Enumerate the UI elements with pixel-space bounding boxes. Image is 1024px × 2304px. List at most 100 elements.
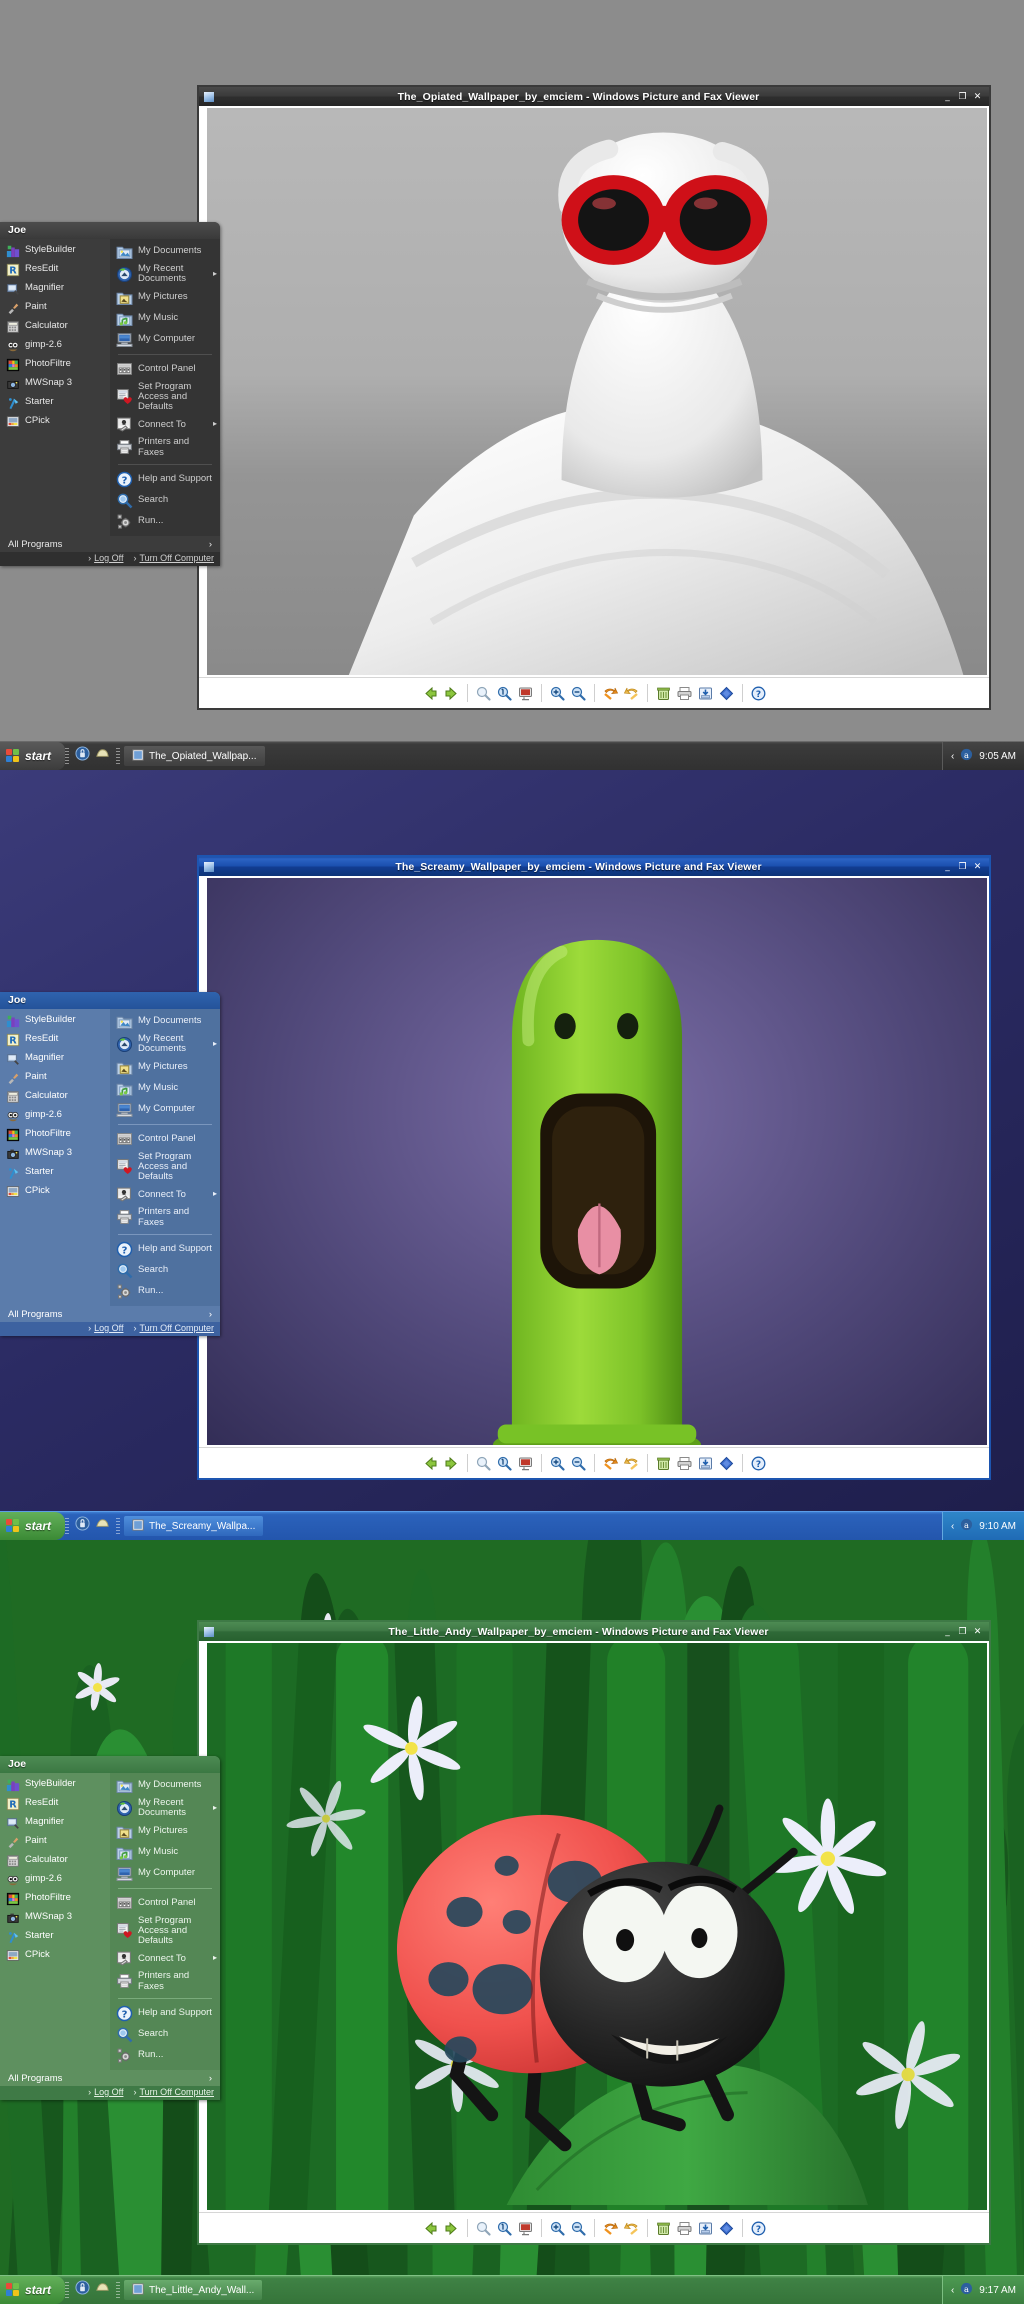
security-shield-icon[interactable] bbox=[75, 1516, 90, 1536]
previous-image-icon[interactable] bbox=[422, 2220, 439, 2237]
start-menu-item-mwsnap-3[interactable]: MWSnap 3 bbox=[0, 1908, 110, 1927]
window-controls[interactable]: _ ❐ ✕ bbox=[941, 1626, 986, 1638]
start-menu-item-my-documents[interactable]: My Documents bbox=[110, 241, 220, 262]
delete-icon[interactable] bbox=[655, 1455, 672, 1472]
start-menu-item-cpick[interactable]: CPick bbox=[0, 412, 110, 431]
start-menu-item-search[interactable]: Search bbox=[110, 490, 220, 511]
start-menu-item-paint[interactable]: Paint bbox=[0, 298, 110, 317]
start-menu-item-stylebuilder[interactable]: StyleBuilder bbox=[0, 1775, 110, 1794]
window-title-bar[interactable]: The_Screamy_Wallpaper_by_emciem - Window… bbox=[199, 857, 989, 876]
best-fit-icon[interactable] bbox=[475, 1455, 492, 1472]
taskbar-grip[interactable] bbox=[116, 748, 120, 764]
start-menu-item-set-program-access-and-defaults[interactable]: Set Program Access and Defaults bbox=[110, 1150, 220, 1185]
start-menu-item-paint[interactable]: Paint bbox=[0, 1068, 110, 1087]
image-canvas[interactable] bbox=[207, 878, 987, 1445]
start-button[interactable]: start bbox=[0, 742, 65, 770]
start-menu-footer[interactable]: All Programs › bbox=[0, 536, 220, 552]
log-off-button[interactable]: › Log Off bbox=[88, 553, 123, 563]
viewer-toolbar[interactable]: ? bbox=[199, 1447, 989, 1478]
start-menu-item-magnifier[interactable]: Magnifier bbox=[0, 279, 110, 298]
all-programs-button[interactable]: All Programs bbox=[8, 2073, 62, 2084]
window-system-icon[interactable] bbox=[202, 1625, 216, 1639]
zoom-in-icon[interactable] bbox=[549, 1455, 566, 1472]
start-menu-item-photofiltre[interactable]: PhotoFiltre bbox=[0, 355, 110, 374]
start-menu-item-paint[interactable]: Paint bbox=[0, 1832, 110, 1851]
system-tray[interactable]: ‹ a 9:17 AM bbox=[942, 2276, 1024, 2304]
start-menu-item-cpick[interactable]: CPick bbox=[0, 1946, 110, 1965]
minimize-button[interactable]: _ bbox=[941, 1626, 954, 1638]
start-menu-left-column[interactable]: StyleBuilder R ResEdit Magnifier Paint Calcul… bbox=[0, 239, 110, 536]
start-menu-item-my-pictures[interactable]: My Pictures bbox=[110, 1821, 220, 1842]
picture-fax-viewer-window[interactable]: The_Little_Andy_Wallpaper_by_emciem - Wi… bbox=[197, 1620, 991, 2245]
taskbar-clock[interactable]: 9:17 AM bbox=[979, 2285, 1016, 2296]
start-menu-item-printers-and-faxes[interactable]: Printers and Faxes bbox=[110, 1969, 220, 1994]
turn-off-computer-button[interactable]: › Turn Off Computer bbox=[133, 1323, 214, 1333]
start-menu-item-my-documents[interactable]: My Documents bbox=[110, 1775, 220, 1796]
start-menu-item-gimp-2-6[interactable]: gimp-2.6 bbox=[0, 1870, 110, 1889]
start-menu-item-gimp-2-6[interactable]: gimp-2.6 bbox=[0, 336, 110, 355]
turn-off-computer-button[interactable]: › Turn Off Computer bbox=[133, 553, 214, 563]
start-menu-item-my-computer[interactable]: My Computer bbox=[110, 1863, 220, 1884]
taskbar-window-button[interactable]: The_Little_Andy_Wall... bbox=[124, 2280, 262, 2300]
actual-size-icon[interactable] bbox=[496, 2220, 513, 2237]
quick-launch-bar[interactable] bbox=[69, 2280, 116, 2300]
window-system-icon[interactable] bbox=[202, 860, 216, 874]
start-button[interactable]: start bbox=[0, 2276, 65, 2304]
tray-expand-chevron-icon[interactable]: ‹ bbox=[951, 751, 954, 762]
tray-app-icon[interactable]: a bbox=[960, 748, 973, 764]
picture-fax-viewer-window[interactable]: The_Opiated_Wallpaper_by_emciem - Window… bbox=[197, 85, 991, 710]
actual-size-icon[interactable] bbox=[496, 685, 513, 702]
start-menu-item-resedit[interactable]: R ResEdit bbox=[0, 1794, 110, 1813]
start-menu-item-gimp-2-6[interactable]: gimp-2.6 bbox=[0, 1106, 110, 1125]
taskbar[interactable]: start The_Little_Andy_Wall... ‹ a 9:17 A… bbox=[0, 2275, 1024, 2304]
window-controls[interactable]: _ ❐ ✕ bbox=[941, 91, 986, 103]
rotate-counterclockwise-icon[interactable] bbox=[623, 685, 640, 702]
zoom-out-icon[interactable] bbox=[570, 2220, 587, 2237]
taskbar-window-button[interactable]: The_Opiated_Wallpap... bbox=[124, 746, 264, 766]
start-menu-item-connect-to[interactable]: Connect To ▸ bbox=[110, 1184, 220, 1205]
zoom-out-icon[interactable] bbox=[570, 685, 587, 702]
start-menu-left-column[interactable]: StyleBuilder R ResEdit Magnifier Paint Calcul… bbox=[0, 1773, 110, 2070]
tray-app-icon[interactable]: a bbox=[960, 1518, 973, 1534]
start-menu-item-my-pictures[interactable]: My Pictures bbox=[110, 287, 220, 308]
taskbar[interactable]: start The_Opiated_Wallpap... ‹ a 9:05 AM bbox=[0, 741, 1024, 770]
quick-launch-bar[interactable] bbox=[69, 746, 116, 766]
start-menu-item-cpick[interactable]: CPick bbox=[0, 1182, 110, 1201]
start-menu-item-resedit[interactable]: R ResEdit bbox=[0, 1030, 110, 1049]
delete-icon[interactable] bbox=[655, 685, 672, 702]
window-controls[interactable]: _ ❐ ✕ bbox=[941, 861, 986, 873]
start-menu-right-column[interactable]: My Documents My Recent Documents ▸ My Pictu… bbox=[110, 239, 220, 536]
start-menu-item-starter[interactable]: Starter bbox=[0, 1163, 110, 1182]
start-menu-item-set-program-access-and-defaults[interactable]: Set Program Access and Defaults bbox=[110, 380, 220, 415]
start-menu-item-my-music[interactable]: My Music bbox=[110, 1842, 220, 1863]
image-canvas[interactable] bbox=[207, 1643, 987, 2210]
start-menu-item-magnifier[interactable]: Magnifier bbox=[0, 1049, 110, 1068]
log-off-button[interactable]: › Log Off bbox=[88, 1323, 123, 1333]
system-tray[interactable]: ‹ a 9:10 AM bbox=[942, 1512, 1024, 1540]
security-shield-icon[interactable] bbox=[75, 746, 90, 766]
start-menu-item-mwsnap-3[interactable]: MWSnap 3 bbox=[0, 1144, 110, 1163]
start-menu-item-help-and-support[interactable]: ? Help and Support bbox=[110, 2003, 220, 2024]
zoom-out-icon[interactable] bbox=[570, 1455, 587, 1472]
rotate-clockwise-icon[interactable] bbox=[602, 1455, 619, 1472]
start-menu-item-magnifier[interactable]: Magnifier bbox=[0, 1813, 110, 1832]
start-menu-item-help-and-support[interactable]: ? Help and Support bbox=[110, 469, 220, 490]
copy-to-icon[interactable] bbox=[697, 1455, 714, 1472]
rotate-clockwise-icon[interactable] bbox=[602, 685, 619, 702]
start-menu-right-column[interactable]: My Documents My Recent Documents ▸ My Pictu… bbox=[110, 1773, 220, 2070]
start-menu-item-set-program-access-and-defaults[interactable]: Set Program Access and Defaults bbox=[110, 1914, 220, 1949]
previous-image-icon[interactable] bbox=[422, 1455, 439, 1472]
start-menu-item-mwsnap-3[interactable]: MWSnap 3 bbox=[0, 374, 110, 393]
start-menu-item-stylebuilder[interactable]: StyleBuilder bbox=[0, 241, 110, 260]
rotate-clockwise-icon[interactable] bbox=[602, 2220, 619, 2237]
start-menu-item-printers-and-faxes[interactable]: Printers and Faxes bbox=[110, 435, 220, 460]
start-menu-item-search[interactable]: Search bbox=[110, 1260, 220, 1281]
start-menu-footer[interactable]: All Programs › bbox=[0, 1306, 220, 1322]
start-menu-item-control-panel[interactable]: Control Panel bbox=[110, 359, 220, 380]
close-button[interactable]: ✕ bbox=[971, 1626, 984, 1638]
help-icon[interactable]: ? bbox=[750, 685, 767, 702]
start-menu-item-my-pictures[interactable]: My Pictures bbox=[110, 1057, 220, 1078]
security-shield-icon[interactable] bbox=[75, 2280, 90, 2300]
start-menu-item-starter[interactable]: Starter bbox=[0, 1927, 110, 1946]
start-menu-item-connect-to[interactable]: Connect To ▸ bbox=[110, 1948, 220, 1969]
